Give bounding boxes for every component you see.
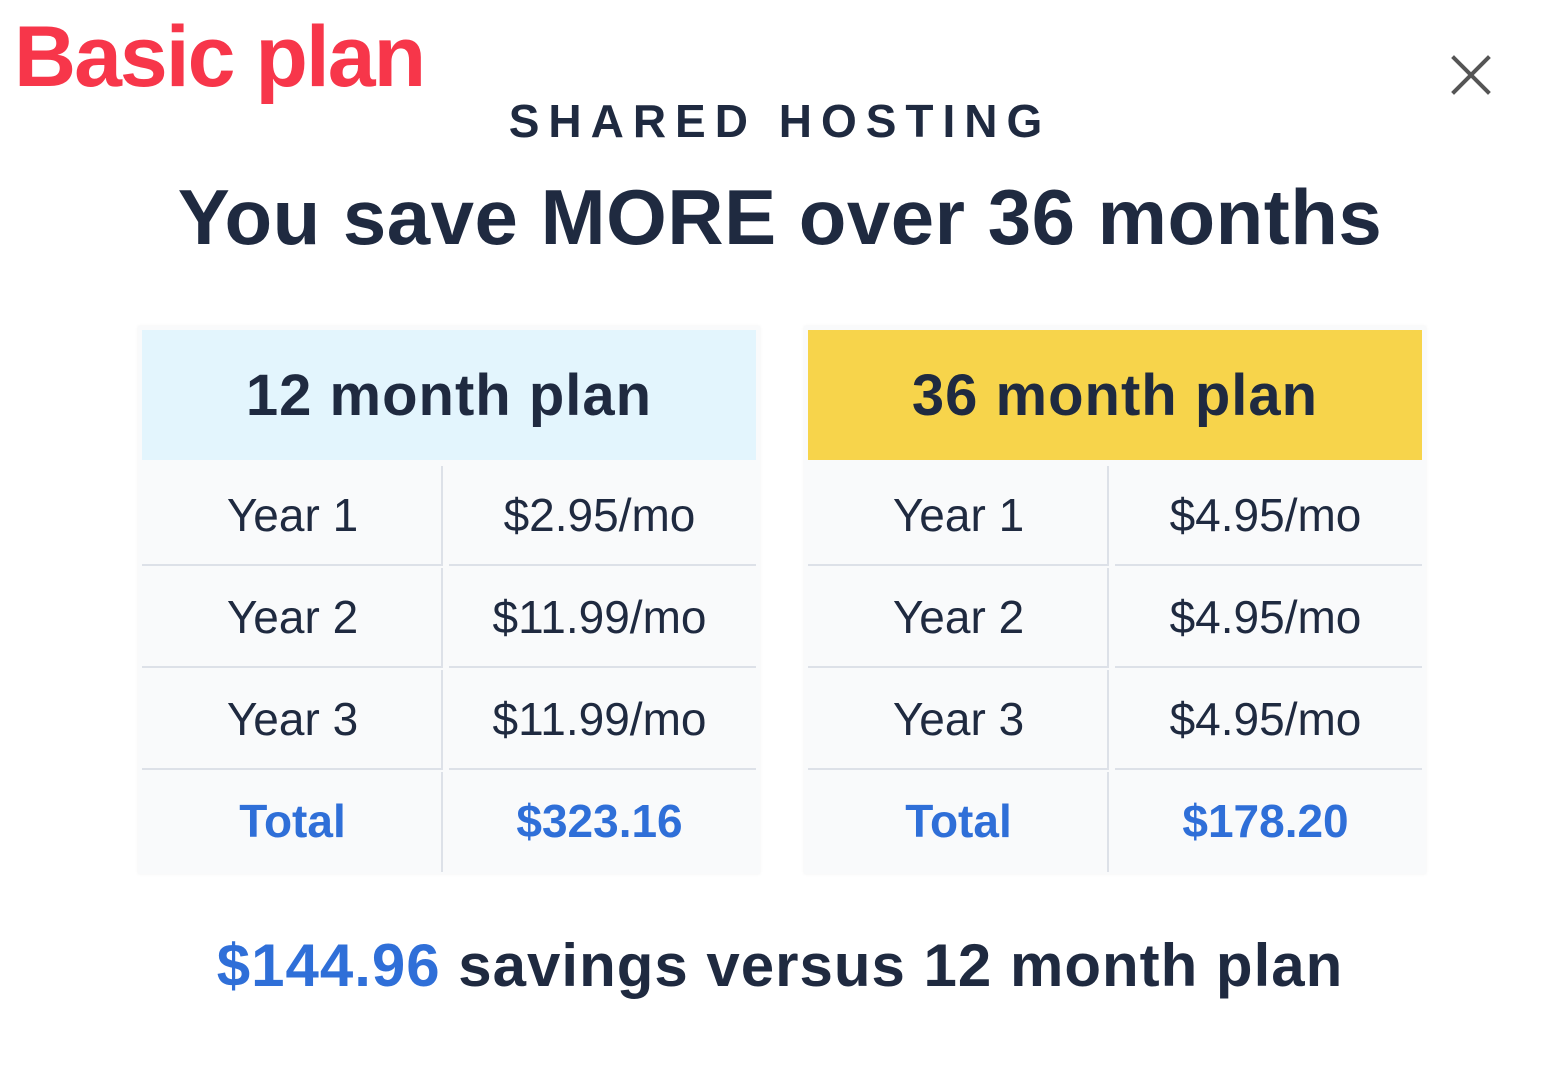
savings-text: savings versus 12 month plan [440,932,1344,999]
total-label: Total [808,770,1109,872]
table-row: Year 3 $11.99/mo [142,668,756,770]
plan-card-36-month: 36 month plan Year 1 $4.95/mo Year 2 $4.… [804,326,1426,874]
close-icon [1451,55,1491,95]
plan-price-table: Year 1 $4.95/mo Year 2 $4.95/mo Year 3 $… [808,464,1422,872]
year-label: Year 1 [142,464,443,566]
total-value: $323.16 [516,795,683,847]
year-price: $4.95/mo [1169,693,1362,745]
plan-header: 36 month plan [808,330,1422,460]
table-row: Year 3 $4.95/mo [808,668,1422,770]
total-value: $178.20 [1182,795,1349,847]
plan-header: 12 month plan [142,330,756,460]
savings-amount: $144.96 [216,932,441,999]
total-row: Total $178.20 [808,770,1422,872]
table-row: Year 2 $11.99/mo [142,566,756,668]
plan-price-table: Year 1 $2.95/mo Year 2 $11.99/mo Year 3 … [142,464,756,872]
year-price: $2.95/mo [503,489,696,541]
total-label: Total [142,770,443,872]
year-label: Year 1 [808,464,1109,566]
year-price: $4.95/mo [1169,489,1362,541]
close-button[interactable] [1448,52,1494,98]
year-price: $4.95/mo [1169,591,1362,643]
dialog-headline: You save MORE over 36 months [177,173,1383,261]
plan-card-12-month: 12 month plan Year 1 $2.95/mo Year 2 $11… [138,326,760,874]
plan-badge: Basic plan [14,9,426,105]
year-label: Year 2 [808,566,1109,668]
table-row: Year 1 $4.95/mo [808,464,1422,566]
year-price: $11.99/mo [492,591,707,643]
year-label: Year 3 [142,668,443,770]
table-row: Year 2 $4.95/mo [808,566,1422,668]
savings-summary: $144.96 savings versus 12 month plan [0,936,1560,996]
year-price: $11.99/mo [492,693,707,745]
total-row: Total $323.16 [142,770,756,872]
year-label: Year 3 [808,668,1109,770]
table-row: Year 1 $2.95/mo [142,464,756,566]
year-label: Year 2 [142,566,443,668]
section-eyebrow: SHARED HOSTING [508,95,1052,147]
